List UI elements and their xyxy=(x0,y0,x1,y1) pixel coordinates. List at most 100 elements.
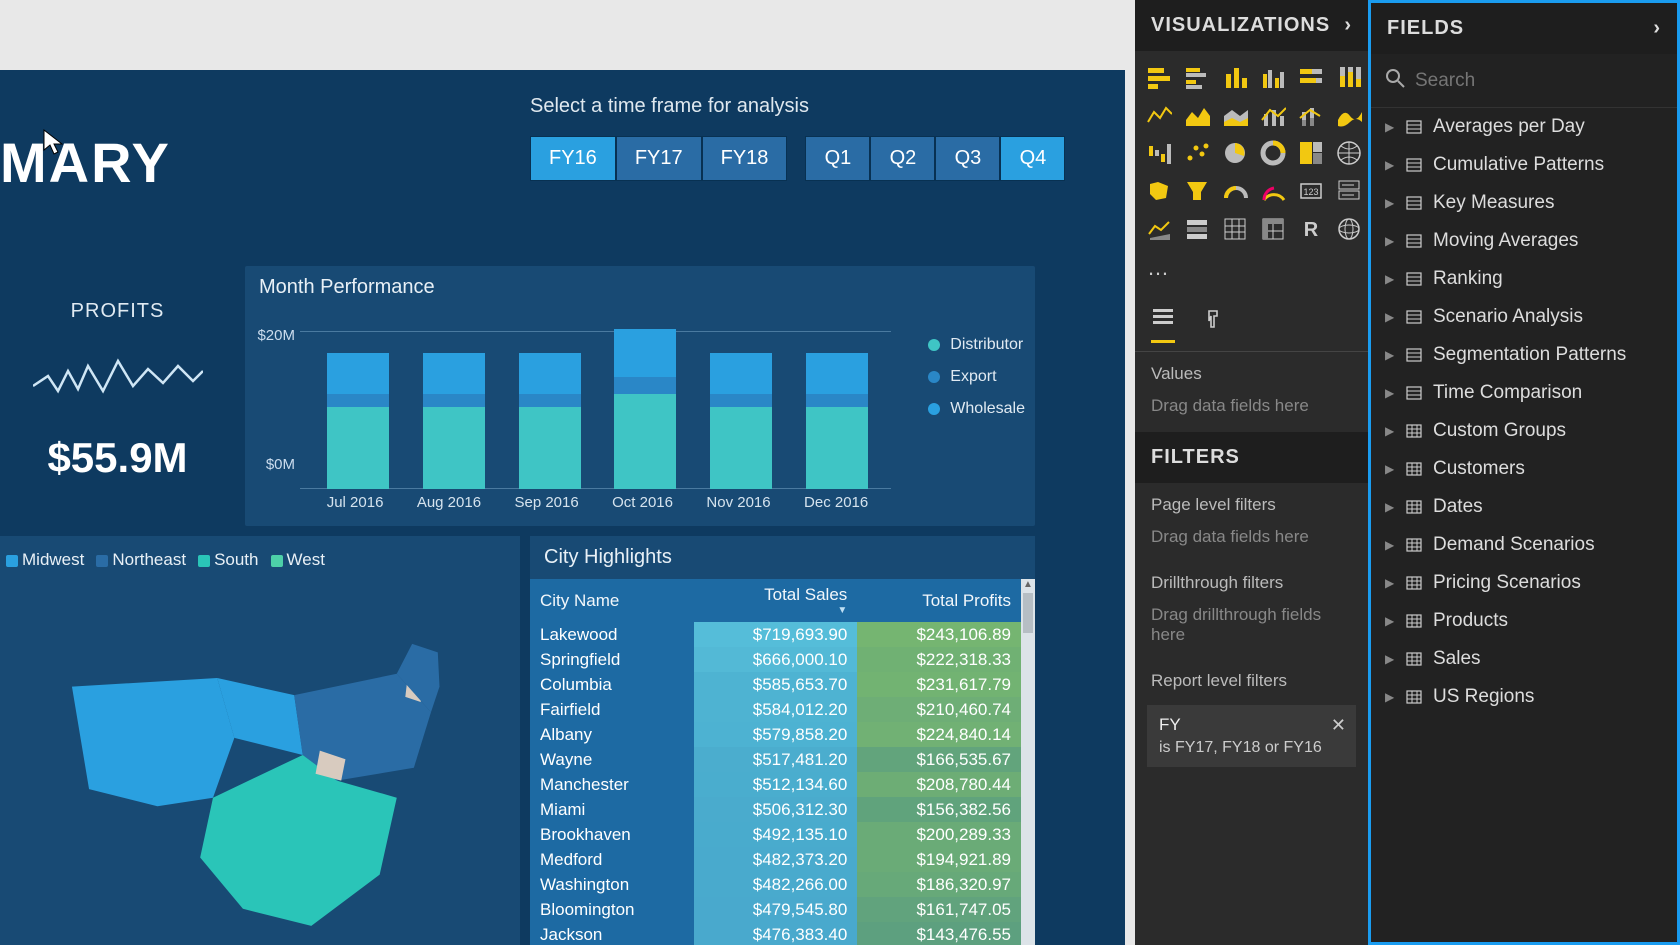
field-scenario-analysis[interactable]: ▶Scenario Analysis xyxy=(1371,298,1677,336)
slicer-icon[interactable] xyxy=(1181,213,1213,245)
field-custom-groups[interactable]: ▶Custom Groups xyxy=(1371,412,1677,450)
table-row[interactable]: Manchester$512,134.60$208,780.44 xyxy=(530,772,1021,797)
slicer-fy18[interactable]: FY18 xyxy=(702,136,788,181)
map-legend-item[interactable]: Midwest xyxy=(6,550,84,570)
filled-map-icon[interactable] xyxy=(1143,175,1175,207)
table-row[interactable]: Miami$506,312.30$156,382.56 xyxy=(530,797,1021,822)
stacked-bar-icon[interactable] xyxy=(1143,61,1175,93)
field-customers[interactable]: ▶Customers xyxy=(1371,450,1677,488)
format-tab[interactable] xyxy=(1203,301,1225,343)
slicer-fy16[interactable]: FY16 xyxy=(530,136,616,181)
line-icon[interactable] xyxy=(1143,99,1175,131)
column-header[interactable]: Total Sales▼ xyxy=(694,579,858,622)
fields-search-input[interactable] xyxy=(1415,70,1663,92)
fields-search[interactable] xyxy=(1371,54,1677,108)
field-pricing-scenarios[interactable]: ▶Pricing Scenarios xyxy=(1371,564,1677,602)
month-performance-chart[interactable]: Month Performance $20M $0M Jul 2016Aug 2… xyxy=(245,266,1035,526)
card-icon[interactable]: 123 xyxy=(1295,175,1327,207)
scatter-icon[interactable] xyxy=(1181,137,1213,169)
table-scrollbar[interactable]: ▲ ▼ xyxy=(1021,579,1035,945)
stacked-bar-100-icon[interactable] xyxy=(1295,61,1327,93)
stacked-column-100-icon[interactable] xyxy=(1333,61,1365,93)
donut-icon[interactable] xyxy=(1257,137,1289,169)
column-header[interactable]: City Name xyxy=(530,579,694,622)
map-legend-item[interactable]: West xyxy=(271,550,325,570)
table-row[interactable]: Springfield$666,000.10$222,318.33 xyxy=(530,647,1021,672)
field-moving-averages[interactable]: ▶Moving Averages xyxy=(1371,222,1677,260)
column-header[interactable]: Total Profits xyxy=(857,579,1021,622)
stacked-column-icon[interactable] xyxy=(1219,61,1251,93)
map-card[interactable]: Midwest Northeast South West xyxy=(0,536,520,945)
map-legend-item[interactable]: Northeast xyxy=(96,550,186,570)
table-row[interactable]: Wayne$517,481.20$166,535.67 xyxy=(530,747,1021,772)
field-time-comparison[interactable]: ▶Time Comparison xyxy=(1371,374,1677,412)
city-highlights-card[interactable]: City Highlights City NameTotal Sales▼Tot… xyxy=(530,536,1035,945)
slicer-q1[interactable]: Q1 xyxy=(805,136,870,181)
chevron-right-icon[interactable]: › xyxy=(1344,14,1352,37)
field-products[interactable]: ▶Products xyxy=(1371,602,1677,640)
chevron-right-icon[interactable]: › xyxy=(1653,17,1661,40)
fields-tab[interactable] xyxy=(1151,301,1175,343)
waterfall-icon[interactable] xyxy=(1143,137,1175,169)
field-ranking[interactable]: ▶Ranking xyxy=(1371,260,1677,298)
field-key-measures[interactable]: ▶Key Measures xyxy=(1371,184,1677,222)
drillthrough-filters-drop[interactable]: Drag drillthrough fields here xyxy=(1135,599,1368,659)
matrix-icon[interactable] xyxy=(1257,213,1289,245)
table-row[interactable]: Jackson$476,383.40$143,476.55 xyxy=(530,922,1021,945)
report-canvas[interactable]: MARY Select a time frame for analysis FY… xyxy=(0,0,1135,945)
table-row[interactable]: Fairfield$584,012.20$210,460.74 xyxy=(530,697,1021,722)
table-row[interactable]: Columbia$585,653.70$231,617.79 xyxy=(530,672,1021,697)
page-filters-drop[interactable]: Drag data fields here xyxy=(1135,521,1368,561)
filter-card-close-icon[interactable]: ✕ xyxy=(1331,715,1346,736)
map-legend-item[interactable]: South xyxy=(198,550,258,570)
city-table[interactable]: City NameTotal Sales▼Total Profits Lakew… xyxy=(530,579,1021,945)
legend-item[interactable]: Wholesale xyxy=(928,400,1025,418)
slicer-q3[interactable]: Q3 xyxy=(935,136,1000,181)
stacked-area-icon[interactable] xyxy=(1219,99,1251,131)
table-row[interactable]: Bloomington$479,545.80$161,747.05 xyxy=(530,897,1021,922)
filter-card-fy[interactable]: FY is FY17, FY18 or FY16 ✕ xyxy=(1147,705,1356,767)
field-cumulative-patterns[interactable]: ▶Cumulative Patterns xyxy=(1371,146,1677,184)
scroll-up-icon[interactable]: ▲ xyxy=(1021,579,1035,593)
visualizations-header[interactable]: VISUALIZATIONS › xyxy=(1135,0,1368,51)
clustered-bar-icon[interactable] xyxy=(1181,61,1213,93)
slicer-q2[interactable]: Q2 xyxy=(870,136,935,181)
table-row[interactable]: Brookhaven$492,135.10$200,289.33 xyxy=(530,822,1021,847)
us-map[interactable] xyxy=(0,584,520,943)
field-dates[interactable]: ▶Dates xyxy=(1371,488,1677,526)
table-row[interactable]: Washington$482,266.00$186,320.97 xyxy=(530,872,1021,897)
legend-item[interactable]: Export xyxy=(928,368,1025,386)
gauge-icon[interactable] xyxy=(1219,175,1251,207)
more-visuals-button[interactable]: … xyxy=(1135,255,1368,293)
table-icon[interactable] xyxy=(1219,213,1251,245)
arcgis-icon[interactable] xyxy=(1333,213,1365,245)
scroll-thumb[interactable] xyxy=(1023,593,1033,633)
table-row[interactable]: Albany$579,858.20$224,840.14 xyxy=(530,722,1021,747)
table-row[interactable]: Lakewood$719,693.90$243,106.89 xyxy=(530,622,1021,647)
fields-header[interactable]: FIELDS › xyxy=(1371,3,1677,54)
ribbon-icon[interactable] xyxy=(1333,99,1365,131)
field-demand-scenarios[interactable]: ▶Demand Scenarios xyxy=(1371,526,1677,564)
profits-card[interactable]: PROFITS $55.9M xyxy=(0,270,235,500)
treemap-icon[interactable] xyxy=(1295,137,1327,169)
table-row[interactable]: Medford$482,373.20$194,921.89 xyxy=(530,847,1021,872)
r-visual-icon[interactable]: R xyxy=(1295,213,1327,245)
arc-icon[interactable] xyxy=(1257,175,1289,207)
filters-header[interactable]: FILTERS xyxy=(1135,432,1368,483)
report-page[interactable]: MARY Select a time frame for analysis FY… xyxy=(0,70,1125,945)
line-stacked-icon[interactable] xyxy=(1295,99,1327,131)
field-sales[interactable]: ▶Sales xyxy=(1371,640,1677,678)
legend-item[interactable]: Distributor xyxy=(928,336,1025,354)
kpi-icon[interactable] xyxy=(1143,213,1175,245)
map-icon[interactable] xyxy=(1333,137,1365,169)
clustered-column-icon[interactable] xyxy=(1257,61,1289,93)
field-averages-per-day[interactable]: ▶Averages per Day xyxy=(1371,108,1677,146)
multi-row-card-icon[interactable] xyxy=(1333,175,1365,207)
slicer-q4[interactable]: Q4 xyxy=(1000,136,1065,181)
area-icon[interactable] xyxy=(1181,99,1213,131)
slicer-fy17[interactable]: FY17 xyxy=(616,136,702,181)
values-well-drop[interactable]: Drag data fields here xyxy=(1135,390,1368,432)
pie-icon[interactable] xyxy=(1219,137,1251,169)
field-us-regions[interactable]: ▶US Regions xyxy=(1371,678,1677,716)
field-segmentation-patterns[interactable]: ▶Segmentation Patterns xyxy=(1371,336,1677,374)
